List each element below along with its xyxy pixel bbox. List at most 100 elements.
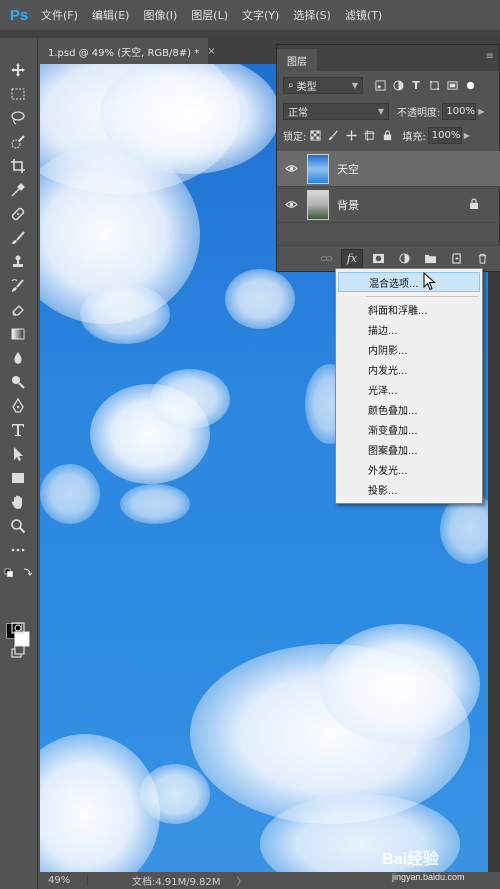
panel-menu-icon[interactable]: ≡ — [486, 51, 494, 62]
tools-panel — [0, 38, 38, 889]
lock-image-pixels-icon[interactable] — [324, 128, 342, 144]
menu-item-satin[interactable]: 光泽... — [338, 379, 480, 399]
cloud — [140, 764, 210, 824]
dodge-tool-icon[interactable] — [7, 372, 29, 392]
lock-position-icon[interactable] — [342, 128, 360, 144]
brush-tool-icon[interactable] — [7, 228, 29, 248]
close-tab-icon[interactable]: × — [207, 46, 215, 57]
layer-name[interactable]: 天空 — [337, 161, 359, 177]
menu-item-gradient-overlay[interactable]: 渐变叠加... — [338, 419, 480, 439]
link-layers-icon[interactable] — [315, 249, 337, 269]
layer-style-fx-button[interactable]: fx — [341, 248, 363, 269]
menu-item-bevel-emboss[interactable]: 斜面和浮雕... — [338, 299, 480, 319]
chevron-right-icon[interactable]: ▶ — [464, 131, 470, 140]
blend-mode-value: 正常 — [288, 108, 308, 119]
move-tool-icon[interactable] — [7, 60, 29, 80]
search-icon: ⌕ — [288, 80, 294, 91]
delete-layer-trash-icon[interactable] — [471, 249, 493, 269]
fill-field[interactable]: 100% — [427, 127, 462, 144]
smart-object-filter-icon[interactable] — [443, 78, 461, 94]
pixel-filter-icon[interactable] — [371, 78, 389, 94]
healing-brush-tool-icon[interactable] — [7, 204, 29, 224]
watermark-text: jingyan.baidu.com — [392, 872, 465, 882]
cloud — [150, 369, 230, 429]
menu-item-pattern-overlay[interactable]: 图案叠加... — [338, 439, 480, 459]
default-colors-icon[interactable] — [2, 564, 36, 584]
visibility-eye-icon[interactable] — [277, 164, 305, 173]
adjustment-filter-icon[interactable] — [389, 78, 407, 94]
blend-mode-select[interactable]: 正常 ▼ — [283, 103, 389, 120]
marquee-tool-icon[interactable] — [7, 84, 29, 104]
zoom-level[interactable]: 49% — [40, 875, 88, 886]
lock-transparent-pixels-icon[interactable] — [306, 128, 324, 144]
new-group-folder-icon[interactable] — [419, 249, 441, 269]
quick-mask-icon[interactable] — [7, 618, 29, 638]
cloud — [40, 464, 100, 524]
layer-name[interactable]: 背景 — [337, 197, 359, 213]
eraser-tool-icon[interactable] — [7, 300, 29, 320]
opacity-field[interactable]: 100% — [442, 103, 477, 120]
blur-tool-icon[interactable] — [7, 348, 29, 368]
layer-filter-row: ⌕ 类型 ▼ T — [277, 77, 500, 94]
gradient-tool-icon[interactable] — [7, 324, 29, 344]
menu-layer[interactable]: 图层(L) — [184, 7, 235, 23]
more-tools-icon[interactable] — [7, 540, 29, 560]
cloud — [120, 484, 190, 524]
new-layer-icon[interactable] — [445, 249, 467, 269]
history-brush-tool-icon[interactable] — [7, 276, 29, 296]
adjustment-layer-icon[interactable] — [393, 249, 415, 269]
lock-all-icon[interactable] — [378, 128, 396, 144]
clone-stamp-tool-icon[interactable] — [7, 252, 29, 272]
menu-item-inner-glow[interactable]: 内发光... — [338, 359, 480, 379]
menu-item-blending-options[interactable]: 混合选项... — [338, 272, 480, 292]
rectangle-tool-icon[interactable] — [7, 468, 29, 488]
hand-tool-icon[interactable] — [7, 492, 29, 512]
crop-tool-icon[interactable] — [7, 156, 29, 176]
menu-select[interactable]: 选择(S) — [286, 7, 338, 23]
zoom-tool-icon[interactable] — [7, 516, 29, 536]
document-tab[interactable]: 1.psd @ 49% (天空, RGB/8#) * × — [40, 38, 216, 64]
cloud — [440, 494, 488, 564]
lasso-tool-icon[interactable] — [7, 108, 29, 128]
menu-file[interactable]: 文件(F) — [34, 7, 85, 23]
options-bar — [0, 30, 500, 38]
menu-item-color-overlay[interactable]: 颜色叠加... — [338, 399, 480, 419]
type-tool-icon[interactable] — [7, 420, 29, 440]
layer-thumbnail — [307, 153, 329, 184]
eyedropper-tool-icon[interactable] — [7, 180, 29, 200]
menu-item-inner-shadow[interactable]: 内阴影... — [338, 339, 480, 359]
path-selection-tool-icon[interactable] — [7, 444, 29, 464]
layer-filter-value: 类型 — [296, 82, 317, 93]
quick-selection-tool-icon[interactable] — [7, 132, 29, 152]
lock-artboard-icon[interactable] — [360, 128, 378, 144]
status-menu-arrow[interactable]: 〉 — [221, 873, 247, 888]
menu-image[interactable]: 图像(I) — [136, 7, 184, 23]
layers-panel-header: 图层 — [277, 45, 499, 71]
visibility-eye-icon[interactable] — [277, 200, 305, 209]
layer-thumbnail — [307, 189, 329, 220]
menu-type[interactable]: 文字(Y) — [235, 7, 286, 23]
type-filter-icon[interactable]: T — [407, 78, 425, 94]
cloud — [320, 624, 480, 744]
layers-tab[interactable]: 图层 — [277, 49, 317, 71]
mouse-cursor-icon — [423, 272, 436, 291]
menu-item-drop-shadow[interactable]: 投影... — [338, 479, 480, 499]
layer-row-background[interactable]: 背景 — [277, 187, 500, 223]
chevron-right-icon[interactable]: ▶ — [478, 107, 484, 116]
layer-row-sky[interactable]: 天空 — [277, 151, 500, 187]
cloud — [225, 269, 295, 329]
shape-filter-icon[interactable] — [425, 78, 443, 94]
filter-toggle-icon[interactable] — [461, 78, 479, 94]
cloud — [80, 284, 170, 344]
screen-mode-icon[interactable] — [7, 642, 29, 662]
opacity-value: 100% — [446, 106, 475, 117]
fill-value: 100% — [431, 130, 461, 141]
add-mask-icon[interactable] — [367, 249, 389, 269]
menu-item-stroke[interactable]: 描边... — [338, 319, 480, 339]
pen-tool-icon[interactable] — [7, 396, 29, 416]
menu-item-outer-glow[interactable]: 外发光... — [338, 459, 480, 479]
menu-filter[interactable]: 滤镜(T) — [338, 7, 389, 23]
menu-edit[interactable]: 编辑(E) — [85, 7, 137, 23]
menu-bar: Ps 文件(F) 编辑(E) 图像(I) 图层(L) 文字(Y) 选择(S) 滤… — [0, 0, 500, 30]
layer-filter-select[interactable]: ⌕ 类型 ▼ — [283, 77, 363, 94]
